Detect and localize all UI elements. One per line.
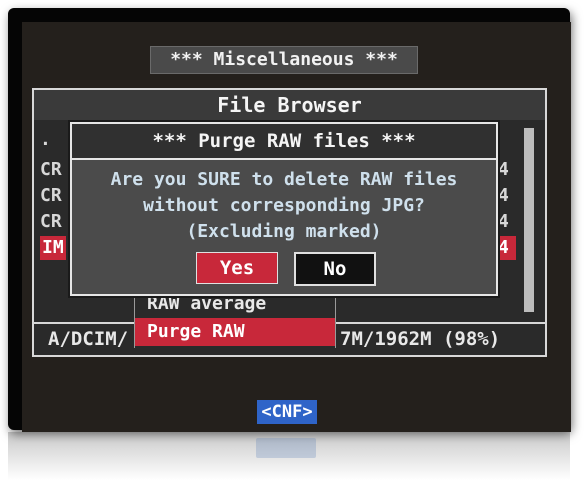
file-row[interactable]: CR: [40, 158, 62, 182]
yes-button[interactable]: Yes: [196, 252, 278, 284]
file-row-selected[interactable]: IM: [40, 236, 66, 260]
file-row-size: 4: [498, 211, 509, 232]
menu-title: *** Miscellaneous ***: [150, 46, 418, 74]
file-browser-scrollbar[interactable]: [524, 128, 534, 312]
dialog-message-line-3: (Excluding marked): [186, 221, 382, 242]
file-row-size: 4: [498, 185, 509, 206]
screen-reflection: [8, 432, 570, 480]
file-browser-title: File Browser: [34, 90, 545, 120]
file-row-size-selected: 4: [498, 236, 516, 260]
file-row[interactable]: CR: [40, 210, 62, 234]
dialog-message-line-1: Are you SURE to delete RAW files: [110, 169, 458, 190]
reflection-ghost: [256, 438, 316, 458]
file-row-parent[interactable]: .: [40, 128, 51, 152]
no-button[interactable]: No: [294, 252, 376, 286]
menu-item-purge-raw[interactable]: Purge RAW: [135, 318, 335, 346]
purge-confirm-dialog: *** Purge RAW files *** Are you SURE to …: [70, 122, 498, 296]
dialog-title: *** Purge RAW files ***: [72, 124, 496, 160]
current-path: A/DCIM/: [48, 328, 129, 350]
cnf-softkey-button[interactable]: <CNF>: [257, 400, 317, 424]
dialog-message-line-2: without corresponding JPG?: [143, 195, 425, 216]
free-space: 7M/1962M (98%): [340, 328, 501, 350]
file-row[interactable]: CR: [40, 184, 62, 208]
file-row-size: 4: [498, 159, 509, 180]
